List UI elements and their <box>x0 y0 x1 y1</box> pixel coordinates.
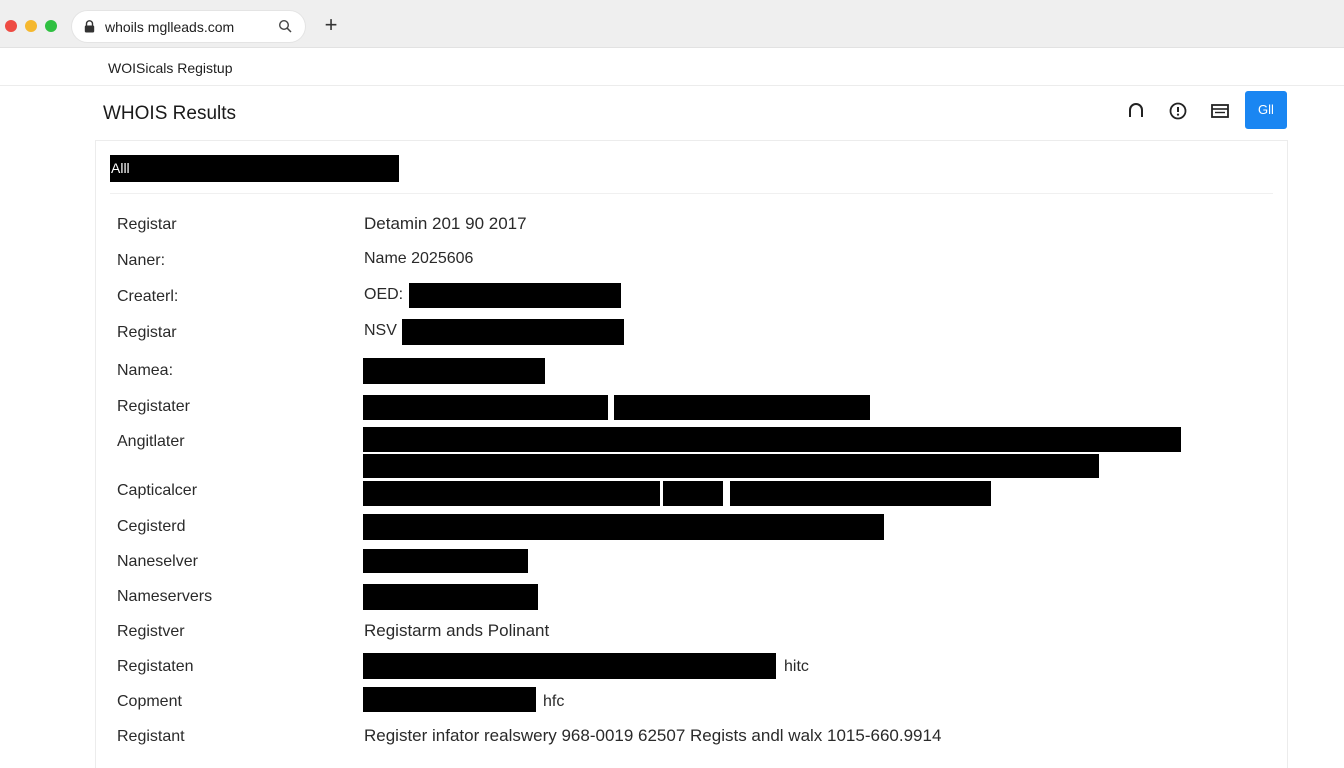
whois-row: Registaten hitc <box>96 652 1286 682</box>
redaction-bar <box>363 395 608 420</box>
whois-row: Naneselver <box>96 547 1286 577</box>
field-suffix: hfc <box>543 693 565 710</box>
redaction-bar <box>363 687 536 712</box>
field-label: Cegisterd <box>117 518 186 535</box>
page-title: WHOIS Results <box>103 103 237 124</box>
browser-chrome: whoils mglleads.com + <box>0 0 1344 48</box>
redaction-bar <box>363 549 528 573</box>
whois-row: Naner: Name 2025606 <box>96 246 1286 276</box>
divider <box>110 193 1273 194</box>
whois-row: Registant Register infator realswery 968… <box>96 722 1286 752</box>
redaction-bar <box>363 653 776 679</box>
field-label: Registver <box>117 623 185 640</box>
redaction-bar <box>363 514 884 540</box>
field-label: Createrl: <box>117 288 179 305</box>
field-label: Registaten <box>117 658 194 675</box>
field-label: Namea: <box>117 362 174 379</box>
redaction-bar <box>614 395 870 420</box>
site-header: WOISicals Registup <box>0 48 1344 86</box>
field-value: Name 2025606 <box>364 250 474 267</box>
redaction-bar <box>363 481 660 506</box>
redaction-bar <box>363 358 545 384</box>
whois-row: Registar NSV <box>96 318 1286 348</box>
redaction-bar <box>402 319 624 345</box>
redaction-bar <box>730 481 991 506</box>
field-value: OED: <box>364 286 404 303</box>
field-suffix: hitc <box>784 658 809 675</box>
field-label: Registar <box>117 216 177 233</box>
card-heading: Alll <box>110 155 399 182</box>
maximize-window-button[interactable] <box>45 20 57 32</box>
whois-row: Registater <box>96 392 1286 422</box>
redaction-bar <box>409 283 621 308</box>
field-label: Nameservers <box>117 588 213 605</box>
url-text[interactable]: whoils mglleads.com <box>105 19 234 35</box>
whois-row: Createrl: OED: <box>96 282 1286 312</box>
whois-results-card: Alll Registar Detamin 201 90 2017 Naner:… <box>95 140 1288 768</box>
field-label: Naner: <box>117 252 166 269</box>
field-label: Registater <box>117 398 190 415</box>
inbox-icon[interactable] <box>1207 98 1233 124</box>
headphones-icon[interactable] <box>1123 98 1149 124</box>
whois-row: Namea: <box>96 356 1286 386</box>
field-label: Copment <box>117 693 182 710</box>
field-label: Registar <box>117 324 177 341</box>
alert-circle-icon[interactable] <box>1165 98 1191 124</box>
primary-action-button[interactable]: Gll <box>1245 91 1287 129</box>
redaction-bar <box>663 481 723 506</box>
lock-icon <box>84 20 95 33</box>
site-title[interactable]: WOISicals Registup <box>108 60 232 76</box>
search-icon[interactable] <box>278 19 293 34</box>
whois-row: Capticalcer <box>96 476 1286 506</box>
minimize-window-button[interactable] <box>25 20 37 32</box>
field-label: Capticalcer <box>117 482 198 499</box>
close-window-button[interactable] <box>5 20 17 32</box>
field-value: Detamin 201 90 2017 <box>364 214 527 233</box>
redaction-bar <box>363 427 1181 452</box>
redaction-bar <box>363 584 538 610</box>
whois-row: Cegisterd <box>96 512 1286 542</box>
whois-row: Angitlater <box>96 427 1286 478</box>
field-label: Angitlater <box>117 433 185 450</box>
field-value: Register infator realswery 968-0019 6250… <box>364 726 942 745</box>
field-label: Naneselver <box>117 553 198 570</box>
whois-row: Registar Detamin 201 90 2017 <box>96 210 1286 240</box>
field-label: Registant <box>117 728 185 745</box>
address-bar[interactable]: whoils mglleads.com <box>72 11 305 42</box>
field-value: NSV <box>364 322 397 339</box>
redaction-bar <box>363 454 1099 478</box>
new-tab-button[interactable]: + <box>320 14 342 36</box>
field-value: Registarm ands Polinant <box>364 621 550 640</box>
whois-row: Nameservers <box>96 582 1286 612</box>
whois-row: Registver Registarm ands Polinant <box>96 617 1286 647</box>
whois-row: Copment hfc <box>96 687 1286 717</box>
